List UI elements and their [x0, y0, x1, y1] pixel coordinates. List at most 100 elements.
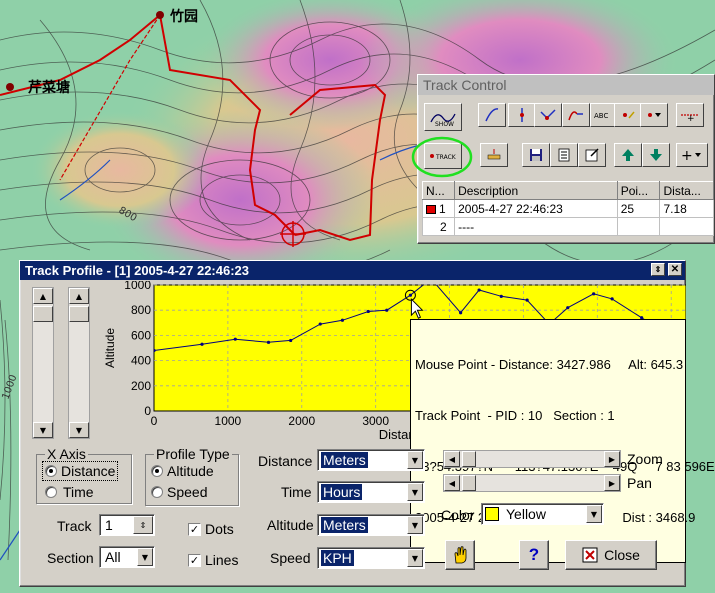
y-tick-label: 600	[131, 328, 151, 342]
row-distance-cell: 7.18	[659, 199, 714, 218]
color-select[interactable]: Yellow ▼	[481, 503, 604, 525]
lines-label[interactable]: Lines	[205, 552, 238, 568]
track-list-table[interactable]: N... Description Poi... Dista... 1 2005-…	[421, 181, 714, 236]
data-point	[499, 294, 503, 298]
data-point	[477, 288, 481, 292]
profile-altitude-radio[interactable]	[151, 465, 163, 477]
scroll-up-arrow-icon[interactable]: ▲	[33, 288, 53, 304]
row-number-cell: 1	[421, 199, 456, 218]
y-tick-label: 400	[131, 354, 151, 368]
track-stats-button[interactable]	[480, 143, 508, 167]
data-point	[566, 306, 570, 310]
track-profile-title: Track Profile - [1] 2005-4-27 22:46:23	[25, 263, 250, 278]
data-point	[289, 338, 293, 343]
x-axis-distance-label[interactable]: Distance	[61, 463, 115, 479]
close-button[interactable]: Close	[565, 540, 657, 570]
distance-unit-select[interactable]: Meters ▼	[317, 449, 425, 471]
scroll-left-arrow-icon[interactable]: ◀	[444, 475, 460, 491]
slider-thumb[interactable]	[33, 306, 53, 322]
scroll-down-arrow-icon[interactable]: ▼	[33, 422, 53, 438]
track-profile-titlebar[interactable]: Track Profile - [1] 2005-4-27 22:46:23 ⇕…	[20, 261, 685, 280]
track-control-window: Track Control SHOW ABC + TRACK + N... De…	[411, 74, 715, 244]
track-curve-button[interactable]	[478, 103, 506, 127]
altitude-unit-label: Altitude	[267, 517, 314, 533]
abc-icon: ABC	[594, 112, 608, 120]
add-track-point-button[interactable]: +	[676, 103, 704, 127]
lines-checkbox[interactable]: ✓	[188, 554, 201, 567]
show-tracks-button[interactable]: SHOW	[424, 103, 462, 131]
svg-text:ABC: ABC	[594, 112, 608, 120]
ruler-icon	[487, 149, 501, 160]
chevron-down-icon[interactable]: ▼	[407, 516, 423, 534]
scroll-left-arrow-icon[interactable]: ◀	[444, 451, 460, 467]
x-tick-label: 3000	[362, 414, 389, 428]
x-tick-label: 1000	[215, 414, 242, 428]
track-options-dropdown[interactable]	[640, 103, 668, 127]
track-number-spinner[interactable]: 1 ⇕	[99, 514, 155, 536]
x-axis-time-radio[interactable]	[45, 486, 57, 498]
scroll-right-arrow-icon[interactable]: ▶	[604, 451, 620, 467]
table-row[interactable]: 2 ----	[421, 217, 714, 236]
track-control-titlebar[interactable]: Track Control	[418, 75, 714, 95]
track-join-button[interactable]	[534, 103, 562, 127]
track-split-button[interactable]	[562, 103, 590, 127]
column-header-description[interactable]: Description	[454, 181, 618, 200]
profile-speed-radio[interactable]	[151, 486, 163, 498]
vertical-scale-slider-left[interactable]: ▲ ▼	[32, 287, 54, 439]
window-options-button[interactable]: ⇕	[651, 263, 665, 276]
track-vertical-button[interactable]	[508, 103, 536, 127]
x-tick-label: 2000	[288, 414, 315, 428]
profile-altitude-label[interactable]: Altitude	[167, 463, 214, 479]
distance-unit-label: Distance	[258, 453, 313, 469]
section-select[interactable]: All ▼	[99, 546, 155, 568]
close-window-button[interactable]: ✕	[668, 263, 682, 276]
table-row[interactable]: 1 2005-4-27 22:46:23 25 7.18	[421, 199, 714, 218]
scroll-right-arrow-icon[interactable]: ▶	[604, 475, 620, 491]
track-properties-button[interactable]	[578, 143, 606, 167]
column-header-points[interactable]: Poi...	[616, 181, 661, 200]
chevron-down-icon[interactable]: ▼	[407, 483, 423, 501]
point-icon	[623, 111, 635, 119]
add-point-icon: +	[681, 114, 699, 124]
scroll-up-arrow-icon[interactable]: ▲	[69, 288, 89, 304]
y-axis-label: Altitude	[103, 328, 117, 368]
column-header-distance[interactable]: Dista...	[659, 181, 714, 200]
x-axis-time-label[interactable]: Time	[63, 484, 94, 500]
settings-button[interactable]	[445, 540, 475, 570]
pan-slider-thumb[interactable]	[462, 475, 476, 491]
altitude-unit-select[interactable]: Meters ▼	[317, 514, 425, 536]
track-add-menu-button[interactable]: +	[676, 143, 708, 167]
time-unit-select[interactable]: Hours ▼	[317, 481, 425, 503]
section-label: Section	[47, 550, 94, 566]
y-tick-label: 1000	[124, 281, 151, 292]
scroll-down-arrow-icon[interactable]: ▼	[69, 422, 89, 438]
track-control-title: Track Control	[423, 77, 507, 93]
track-list-button[interactable]	[550, 143, 578, 167]
chevron-down-icon[interactable]: ▼	[586, 505, 602, 523]
x-axis-distance-radio[interactable]	[45, 465, 57, 477]
move-track-up-button[interactable]	[614, 143, 642, 167]
pan-slider[interactable]: ◀ ▶	[443, 474, 621, 492]
profile-type-group-title: Profile Type	[154, 446, 232, 462]
zoom-slider[interactable]: ◀ ▶	[443, 450, 621, 468]
spinner-arrows-icon[interactable]: ⇕	[133, 516, 153, 534]
arrow-down-icon	[650, 149, 662, 161]
slider-thumb[interactable]	[69, 306, 89, 322]
chevron-down-icon[interactable]: ▼	[137, 548, 153, 566]
row-description-cell: 2005-4-27 22:46:23	[454, 199, 618, 218]
speed-unit-select[interactable]: KPH ▼	[317, 547, 425, 569]
save-track-button[interactable]	[522, 143, 550, 167]
zoom-slider-thumb[interactable]	[462, 451, 476, 467]
move-track-down-button[interactable]	[642, 143, 670, 167]
help-button[interactable]: ?	[519, 540, 549, 570]
profile-speed-label[interactable]: Speed	[167, 484, 207, 500]
pan-label: Pan	[627, 475, 652, 491]
dots-checkbox[interactable]: ✓	[188, 523, 201, 536]
distance-unit-value: Meters	[321, 452, 368, 468]
dots-label[interactable]: Dots	[205, 521, 234, 537]
track-point-button[interactable]	[614, 103, 642, 127]
chevron-down-icon[interactable]: ▼	[407, 549, 423, 567]
column-header-number[interactable]: N...	[421, 181, 456, 200]
vertical-scale-slider-right[interactable]: ▲ ▼	[68, 287, 90, 439]
chevron-down-icon[interactable]: ▼	[407, 451, 423, 469]
